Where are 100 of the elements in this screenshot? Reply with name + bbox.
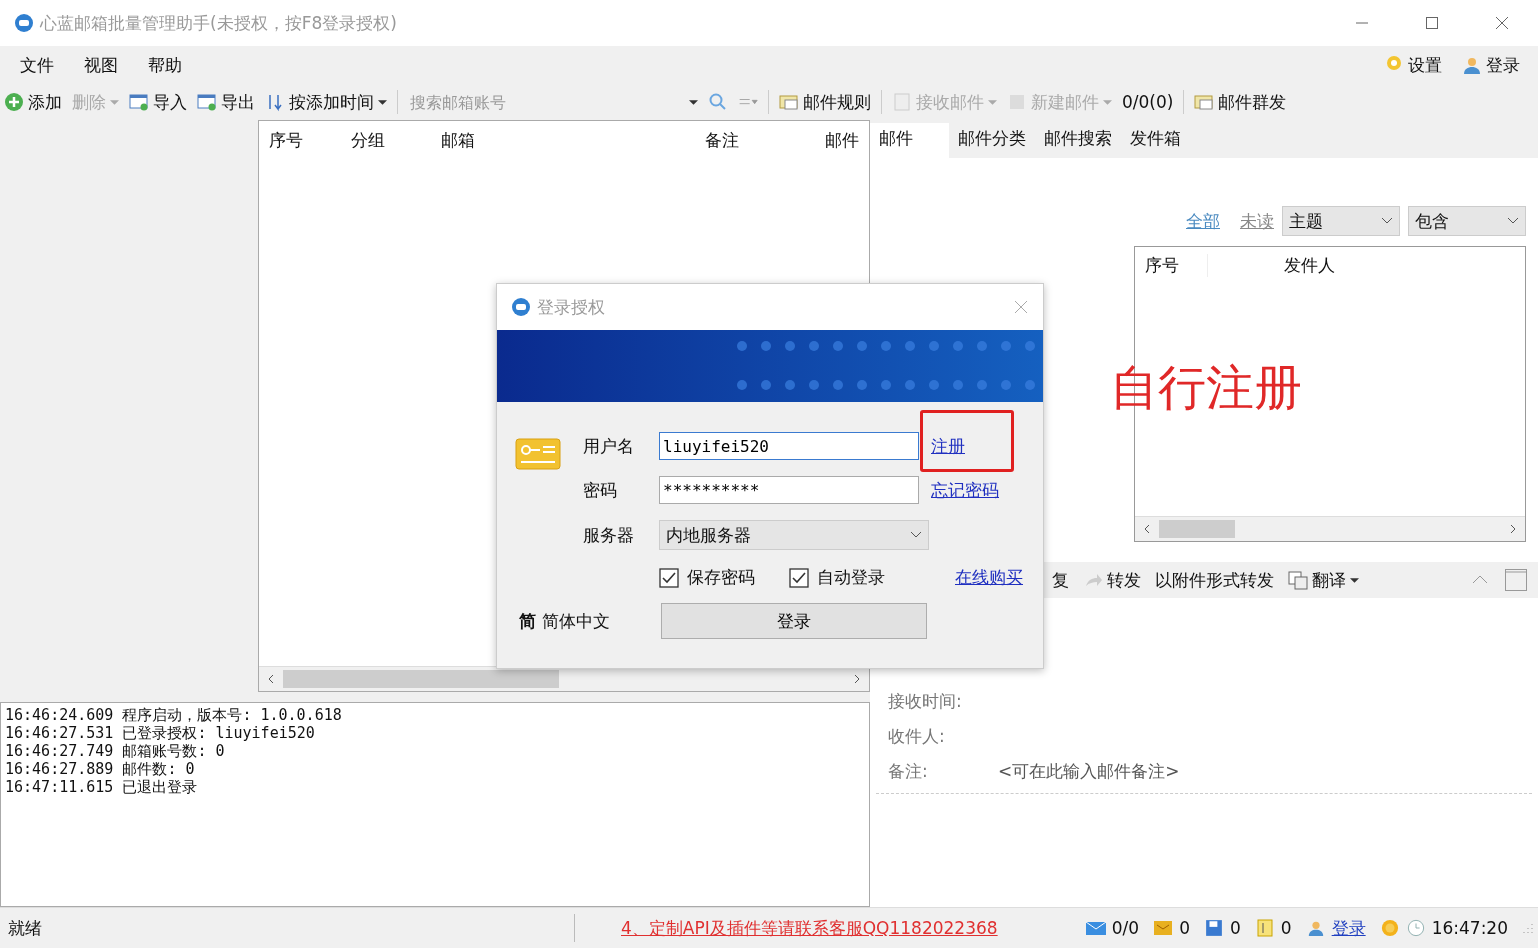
clock-time: 16:47:20 [1431,918,1508,938]
toolbar-button[interactable]: 复 [1052,568,1069,592]
field-dropdown[interactable]: 主题 [1282,206,1400,236]
log-line: 16:46:24.609 程序启动，版本号: 1.0.0.618 [5,706,343,724]
app-logo-icon [511,297,531,317]
clock-icon [1405,919,1426,937]
scroll-left-icon[interactable] [1142,524,1152,534]
annotation-text: 自行注册 [1110,358,1302,417]
checkbox[interactable] [789,567,809,588]
toolbar-button[interactable]: 设置 [1408,53,1442,77]
column-header[interactable]: 序号 [259,128,341,152]
caret-icon[interactable] [689,97,698,107]
translate-icon [1288,570,1308,590]
tab[interactable]: 发件箱 [1121,123,1190,158]
language-icon[interactable]: 简 [519,609,536,633]
dialog-title: 登录授权 [537,295,605,319]
log-line: 16:46:27.889 邮件数: 0 [5,760,196,778]
chevron-down-icon[interactable] [1381,217,1393,225]
scroll-right-icon[interactable] [1508,524,1518,534]
field-label: 备注: [888,760,929,783]
column-header[interactable]: 分组 [341,128,431,152]
menu-item[interactable]: 帮助 [148,53,182,77]
chevron-down-icon[interactable] [910,531,922,539]
window-icon [197,92,217,112]
field-label: 密码 [583,478,618,502]
column-header[interactable]: 发件人 [1274,253,1335,277]
toolbar-button[interactable]: 导入 [153,90,187,114]
condition-dropdown[interactable]: 包含 [1408,206,1526,236]
key-card-icon [515,438,561,470]
password-field[interactable]: ********** [659,476,919,504]
chevron-down-icon[interactable] [1507,217,1519,225]
login-button[interactable]: 登录 [661,603,927,639]
buy-online-link[interactable]: 在线购买 [955,566,1023,589]
menu-item[interactable]: 视图 [84,53,118,77]
status-count: 0 [1280,918,1292,938]
server-dropdown[interactable]: 内地服务器 [659,520,929,550]
toolbar-button[interactable]: 0/0(0) [1122,92,1174,112]
scroll-thumb[interactable] [1159,520,1235,538]
toolbar-button[interactable]: 翻译 [1312,568,1346,592]
filter-link[interactable]: 未读 [1240,209,1274,233]
plus-icon [4,92,24,112]
mail-folder-icon [1194,92,1215,112]
menu-item[interactable]: 文件 [20,53,54,77]
caret-icon[interactable] [378,97,387,107]
scroll-left-icon[interactable] [266,674,276,684]
log-line: 16:46:27.531 已登录授权: liuyifei520 [5,724,316,742]
envelope-icon [1085,919,1106,937]
tab[interactable]: 邮件 [870,123,949,158]
contact-link[interactable]: 4、定制API及插件等请联系客服QQ1182022368 [621,916,998,940]
username-field[interactable]: liuyifei520 [659,432,919,460]
toolbar-button[interactable]: 按添加时间 [289,90,374,114]
toolbar-button[interactable]: 登录 [1486,53,1520,77]
horizontal-scrollbar[interactable] [259,666,869,691]
note-field[interactable]: <可在此输入邮件备注> [998,760,1180,783]
status-count: 0 [1230,918,1241,938]
maximize-icon[interactable] [1424,15,1440,31]
field-label: 服务器 [583,523,635,547]
toolbar-button[interactable]: 转发 [1107,568,1141,592]
envelope-icon [1153,919,1174,937]
status-count: 0 [1179,918,1190,938]
scroll-right-icon[interactable] [852,674,862,684]
filter-link[interactable]: 全部 [1186,209,1220,233]
column-header[interactable]: 序号 [1135,253,1208,277]
checkbox-label[interactable]: 保存密码 [687,566,755,589]
field-label: 接收时间: [888,690,963,713]
user-icon [1462,55,1482,75]
forgot-password-link[interactable]: 忘记密码 [931,478,999,502]
log-line: 16:46:27.749 邮箱账号数: 0 [5,742,226,760]
window-title: 心蓝邮箱批量管理助手(未授权，按F8登录授权) [40,11,397,35]
toolbar-button[interactable]: 以附件形式转发 [1155,568,1274,592]
horizontal-scrollbar[interactable] [1135,516,1525,541]
checkbox-label[interactable]: 自动登录 [817,566,885,589]
status-count: 0/0 [1111,918,1140,938]
field-label: 收件人: [888,725,946,748]
column-header[interactable]: 备注 [695,128,815,152]
caret-icon[interactable] [1350,575,1359,585]
coin-icon [1379,919,1400,937]
tab[interactable]: 邮件分类 [949,123,1035,158]
toolbar-button[interactable]: 邮件群发 [1218,90,1287,114]
toolbar-button[interactable]: 添加 [28,90,62,114]
login-link[interactable]: 登录 [1331,916,1366,940]
status-text: 就绪 [8,916,43,940]
column-header[interactable]: 邮箱 [431,128,695,152]
checkbox[interactable] [659,567,679,588]
log-line: 16:47:11.615 已退出登录 [5,778,199,796]
toolbar-button[interactable]: 导出 [221,90,255,114]
window-icon [129,92,149,112]
app-logo-icon [14,13,34,33]
register-link[interactable]: 注册 [931,434,965,458]
mail-folder-icon [779,92,799,112]
scroll-thumb[interactable] [283,670,559,688]
note-icon [1254,919,1275,937]
tab[interactable]: 邮件搜索 [1035,123,1121,158]
toolbar-button[interactable]: 邮件规则 [803,90,871,114]
field-label: 用户名 [583,434,635,458]
search-field[interactable]: 搜索邮箱账号 [408,91,689,113]
resize-grip-icon[interactable] [1522,922,1534,934]
close-icon[interactable] [1494,15,1510,31]
language-option[interactable]: 简体中文 [542,609,610,633]
column-header[interactable]: 邮件 [815,128,865,152]
